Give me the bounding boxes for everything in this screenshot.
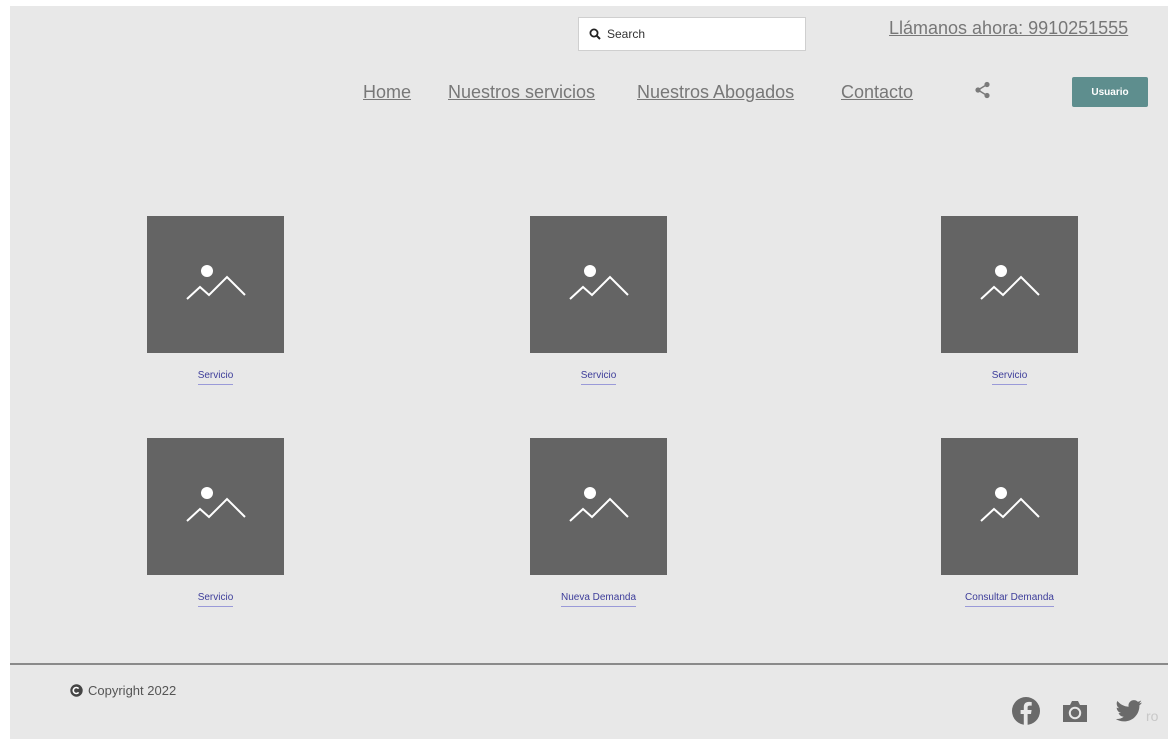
twitter-icon[interactable] xyxy=(1112,695,1144,727)
tile-link[interactable]: Nueva Demanda xyxy=(530,587,667,607)
tile-label[interactable]: Nueva Demanda xyxy=(560,592,637,607)
nav-nuestros-servicios[interactable]: Nuestros servicios xyxy=(448,82,595,103)
copyright: Copyright 2022 xyxy=(70,683,176,698)
image-placeholder-icon xyxy=(568,264,629,300)
service-tile[interactable]: Servicio xyxy=(147,216,284,385)
nueva-demanda-tile[interactable]: Nueva Demanda xyxy=(530,438,667,607)
copyright-text: Copyright 2022 xyxy=(88,683,177,698)
nav-nuestros-abogados[interactable]: Nuestros Abogados xyxy=(637,82,794,103)
image-placeholder[interactable] xyxy=(941,438,1078,575)
tile-label[interactable]: Servicio xyxy=(991,370,1028,385)
search-icon xyxy=(589,28,601,40)
service-tile[interactable]: Servicio xyxy=(147,438,284,607)
search-box[interactable] xyxy=(578,17,806,51)
copyright-icon xyxy=(70,684,83,697)
service-tile[interactable]: Servicio xyxy=(530,216,667,385)
tile-link[interactable]: Consultar Demanda xyxy=(941,587,1078,607)
tile-label[interactable]: Servicio xyxy=(197,370,234,385)
footer-divider xyxy=(10,663,1168,665)
tile-link[interactable]: Servicio xyxy=(530,365,667,385)
image-placeholder-icon xyxy=(979,264,1040,300)
phone-link[interactable]: Llámanos ahora: 9910251555 xyxy=(889,18,1128,39)
ghost-text: ro xyxy=(1146,708,1159,724)
image-placeholder-icon xyxy=(185,264,246,300)
tile-link[interactable]: Servicio xyxy=(147,365,284,385)
instagram-icon[interactable] xyxy=(1059,695,1091,727)
image-placeholder-icon xyxy=(185,486,246,522)
nav-contacto[interactable]: Contacto xyxy=(841,82,913,103)
image-placeholder[interactable] xyxy=(941,216,1078,353)
share-icon[interactable] xyxy=(974,81,992,99)
user-button[interactable]: Usuario xyxy=(1072,77,1148,107)
tile-link[interactable]: Servicio xyxy=(941,365,1078,385)
image-placeholder-icon xyxy=(568,486,629,522)
image-placeholder-icon xyxy=(979,486,1040,522)
consultar-demanda-tile[interactable]: Consultar Demanda xyxy=(941,438,1078,607)
tile-label[interactable]: Servicio xyxy=(580,370,617,385)
facebook-icon[interactable] xyxy=(1010,695,1042,727)
tile-link[interactable]: Servicio xyxy=(147,587,284,607)
tile-label[interactable]: Servicio xyxy=(197,592,234,607)
service-tile[interactable]: Servicio xyxy=(941,216,1078,385)
image-placeholder[interactable] xyxy=(530,438,667,575)
image-placeholder[interactable] xyxy=(530,216,667,353)
image-placeholder[interactable] xyxy=(147,216,284,353)
search-input[interactable] xyxy=(607,27,787,41)
tile-label[interactable]: Consultar Demanda xyxy=(965,592,1054,607)
nav-home[interactable]: Home xyxy=(363,82,411,103)
image-placeholder[interactable] xyxy=(147,438,284,575)
page: Llámanos ahora: 9910251555 Home Nuestros… xyxy=(10,6,1168,739)
